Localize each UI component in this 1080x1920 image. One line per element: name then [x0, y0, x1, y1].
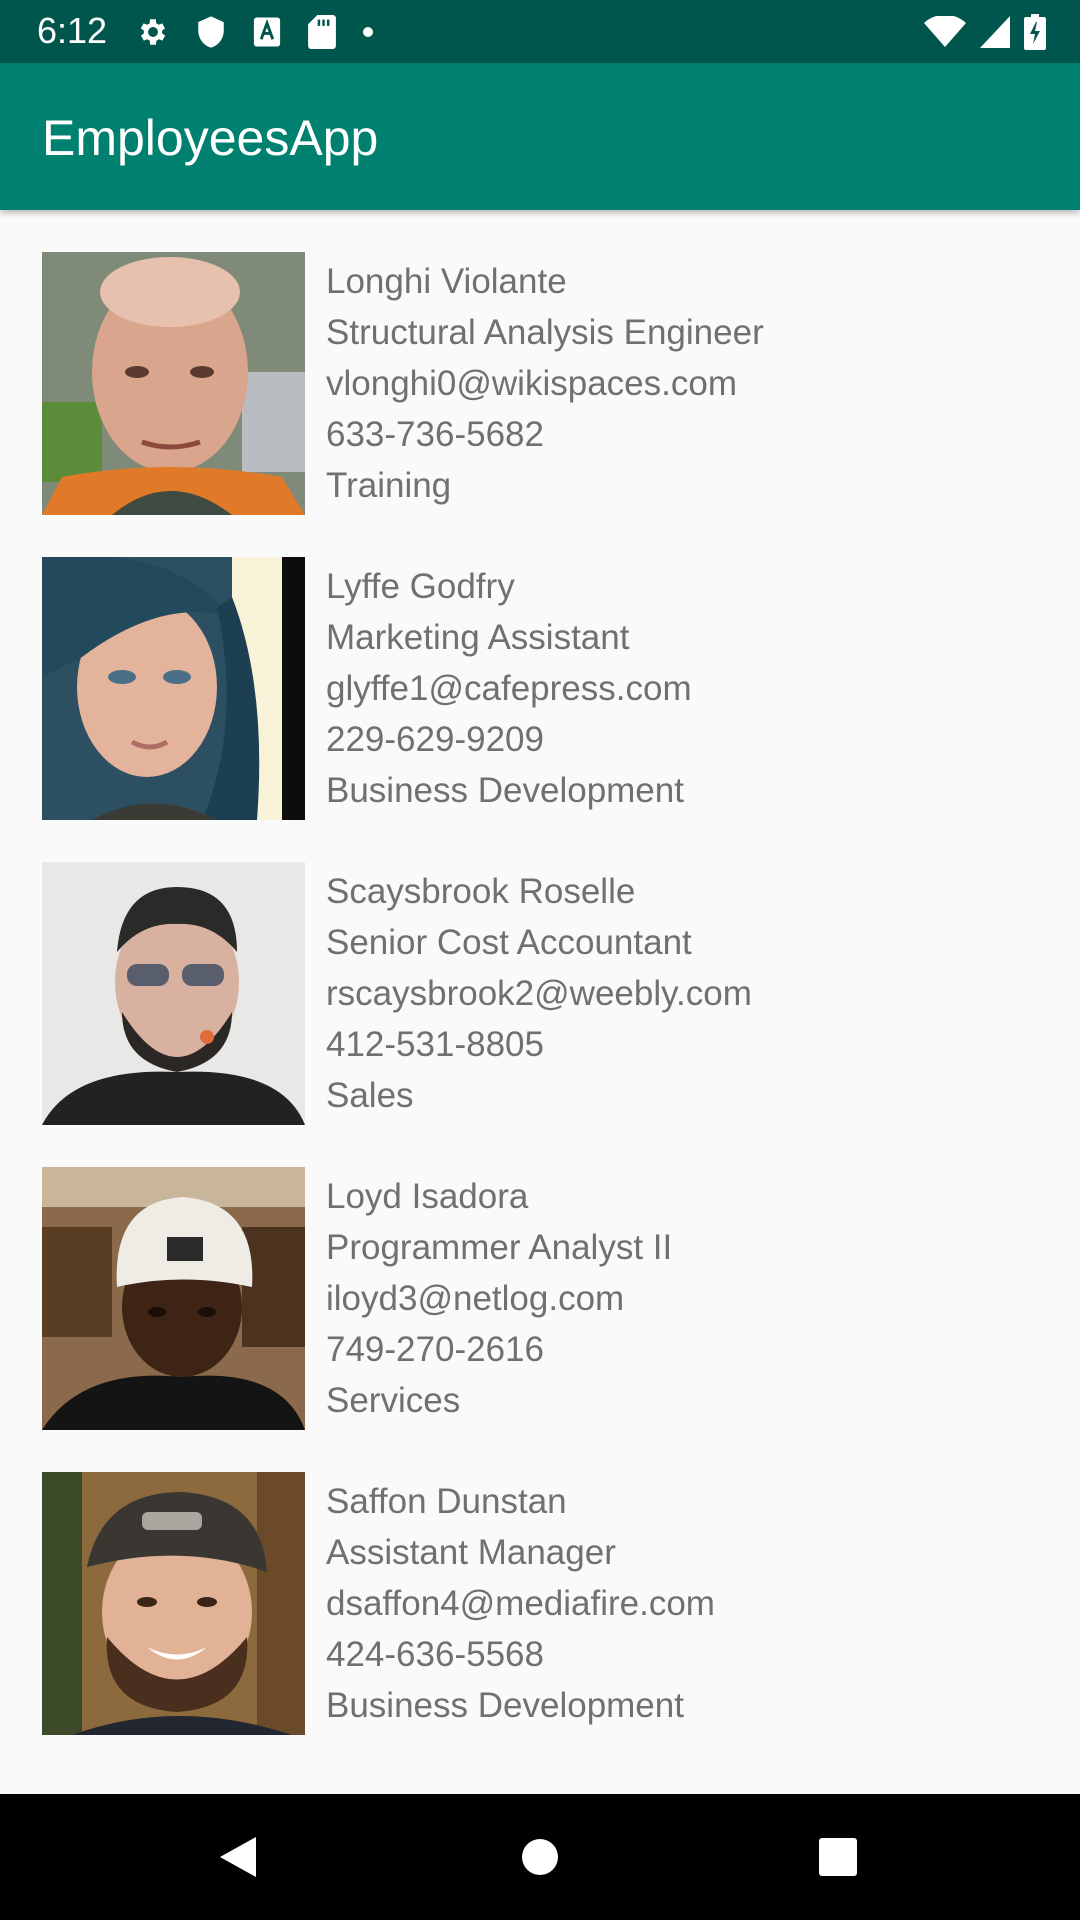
- employee-title: Structural Analysis Engineer: [326, 313, 764, 352]
- employee-email: vlonghi0@wikispaces.com: [326, 364, 737, 403]
- recents-icon: [819, 1838, 857, 1876]
- employee-email: iloyd3@netlog.com: [326, 1279, 625, 1318]
- settings-icon: [136, 15, 170, 49]
- employee-phone: 229-629-9209: [326, 720, 544, 759]
- employee-name: Scaysbrook Roselle: [326, 872, 636, 911]
- employee-photo: [42, 862, 305, 1125]
- employee-email: glyffe1@cafepress.com: [326, 669, 692, 708]
- employee-photo: [42, 1472, 305, 1735]
- employee-list-item[interactable]: Saffon Dunstan Assistant Manager dsaffon…: [0, 1430, 1080, 1735]
- employee-info: Longhi Violante Structural Analysis Engi…: [326, 256, 1046, 511]
- employee-list-item[interactable]: Lyffe Godfry Marketing Assistant glyffe1…: [0, 515, 1080, 820]
- status-notification-icons: [136, 12, 374, 52]
- employee-email: dsaffon4@mediafire.com: [326, 1584, 715, 1623]
- back-button[interactable]: [178, 1794, 298, 1920]
- status-system-icons: [924, 12, 1046, 52]
- navigation-bar: [0, 1794, 1080, 1920]
- recents-button[interactable]: [778, 1794, 898, 1920]
- employee-title: Senior Cost Accountant: [326, 923, 692, 962]
- employee-phone: 749-270-2616: [326, 1330, 544, 1369]
- employee-list-item[interactable]: Longhi Violante Structural Analysis Engi…: [0, 210, 1080, 515]
- employee-phone: 412-531-8805: [326, 1025, 544, 1064]
- status-bar: 6:12: [0, 0, 1080, 63]
- employee-list[interactable]: Longhi Violante Structural Analysis Engi…: [0, 210, 1080, 1794]
- font-icon: [252, 16, 282, 48]
- status-time: 6:12: [37, 10, 108, 51]
- employee-list-item[interactable]: Scaysbrook Roselle Senior Cost Accountan…: [0, 820, 1080, 1125]
- employee-info: Loyd Isadora Programmer Analyst II iloyd…: [326, 1171, 1046, 1426]
- home-button[interactable]: [480, 1794, 600, 1920]
- employee-department: Business Development: [326, 771, 684, 810]
- employee-photo: [42, 1167, 305, 1430]
- employee-email: rscaysbrook2@weebly.com: [326, 974, 752, 1013]
- employee-title: Marketing Assistant: [326, 618, 630, 657]
- employee-name: Longhi Violante: [326, 262, 567, 301]
- app-bar: EmployeesApp: [0, 63, 1080, 210]
- employee-info: Saffon Dunstan Assistant Manager dsaffon…: [326, 1476, 1046, 1731]
- employee-department: Sales: [326, 1076, 414, 1115]
- battery-charging-icon: [1024, 14, 1046, 50]
- employee-name: Loyd Isadora: [326, 1177, 529, 1216]
- employee-name: Lyffe Godfry: [326, 567, 515, 606]
- employee-phone: 424-636-5568: [326, 1635, 544, 1674]
- employee-title: Assistant Manager: [326, 1533, 616, 1572]
- sd-card-icon: [308, 15, 336, 49]
- employee-department: Services: [326, 1381, 461, 1420]
- signal-icon: [980, 16, 1010, 48]
- employee-name: Saffon Dunstan: [326, 1482, 567, 1521]
- dot-icon: [362, 26, 374, 38]
- employee-info: Lyffe Godfry Marketing Assistant glyffe1…: [326, 561, 1046, 816]
- employee-info: Scaysbrook Roselle Senior Cost Accountan…: [326, 866, 1046, 1121]
- employee-phone: 633-736-5682: [326, 415, 544, 454]
- employee-department: Business Development: [326, 1686, 684, 1725]
- wifi-icon: [924, 16, 966, 48]
- employee-title: Programmer Analyst II: [326, 1228, 673, 1267]
- home-icon: [522, 1839, 558, 1875]
- employee-photo: [42, 252, 305, 515]
- back-icon: [220, 1837, 256, 1877]
- shield-icon: [196, 15, 226, 49]
- employee-list-item[interactable]: Loyd Isadora Programmer Analyst II iloyd…: [0, 1125, 1080, 1430]
- employee-department: Training: [326, 466, 452, 505]
- app-title: EmployeesApp: [42, 110, 379, 166]
- employee-photo: [42, 557, 305, 820]
